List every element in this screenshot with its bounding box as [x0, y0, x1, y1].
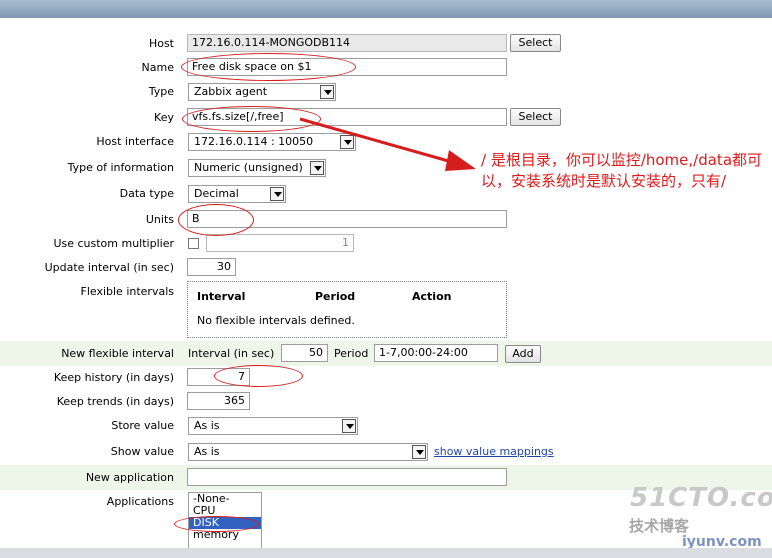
footer-bar	[0, 548, 772, 558]
watermark-logo: 51CTO.com	[630, 483, 772, 513]
watermark-tagline: 技术博客	[629, 517, 690, 535]
annotation-note: / 是根目录，你可以监控/home,/data都可以，安装系统时是默认安装的，只…	[481, 151, 763, 190]
annotation-arrow	[299, 117, 476, 171]
